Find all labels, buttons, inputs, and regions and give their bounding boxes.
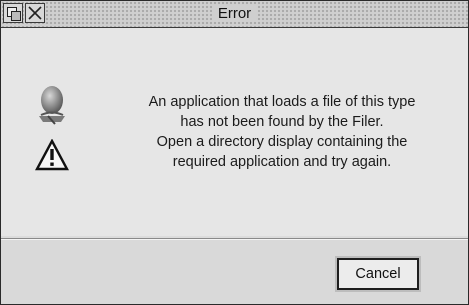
cancel-button[interactable]: Cancel [335, 256, 421, 292]
message-line: An application that loads a file of this… [148, 94, 416, 110]
button-bar: Cancel [1, 240, 468, 304]
message-line: Open a directory display containing the [156, 134, 408, 150]
window-title: Error [211, 5, 258, 22]
message-area: An application that loads a file of this… [1, 28, 468, 236]
title-bar[interactable]: Error [1, 1, 468, 28]
message-line: has not been found by the Filer. [180, 114, 384, 130]
application-icon [35, 82, 69, 131]
message-line: required application and try again. [172, 154, 392, 170]
error-dialog: Error An application that loads a file o… [0, 0, 469, 305]
warning-icon [34, 138, 70, 176]
error-message: An application that loads a file of this… [97, 92, 467, 172]
